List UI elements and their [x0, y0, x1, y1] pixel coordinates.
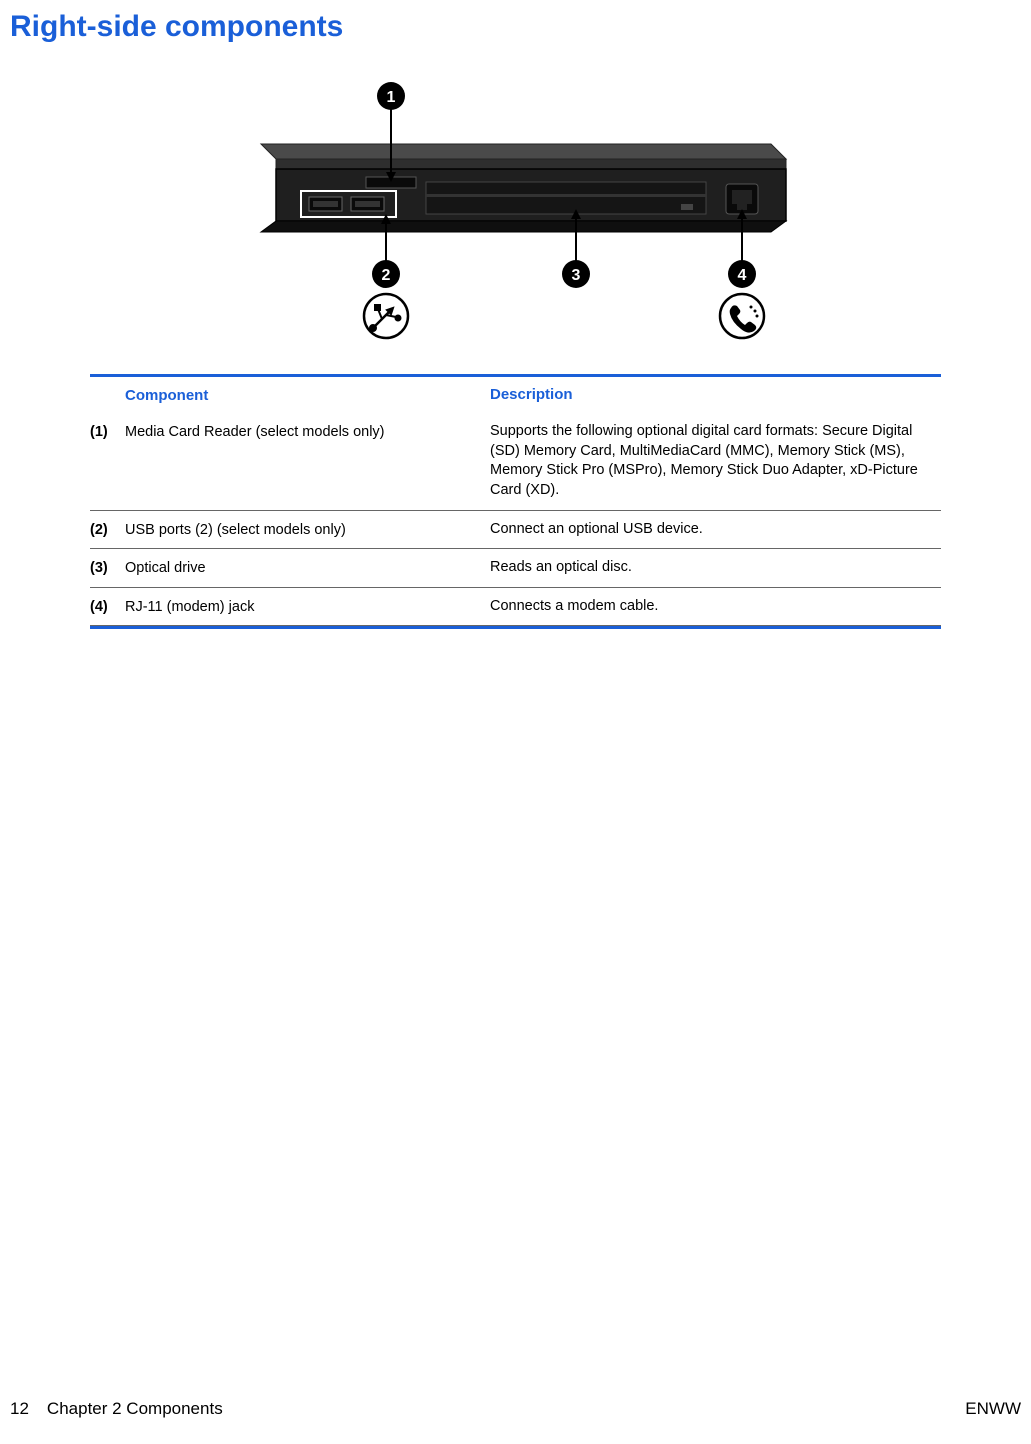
row-description: Reads an optical disc. — [490, 558, 941, 578]
table-row: (4) RJ-11 (modem) jack Connects a modem … — [90, 588, 941, 627]
row-num: (1) — [90, 422, 125, 500]
components-table: Component Description (1) Media Card Rea… — [90, 374, 941, 629]
svg-text:1: 1 — [386, 89, 395, 106]
page-footer: 12 Chapter 2 Components ENWW — [10, 1399, 1021, 1419]
svg-text:3: 3 — [571, 267, 580, 284]
row-component: Optical drive — [125, 558, 490, 578]
row-description: Connect an optional USB device. — [490, 520, 941, 540]
footer-right: ENWW — [965, 1399, 1021, 1419]
section-title: Right-side components — [10, 10, 1021, 44]
header-component: Component — [125, 385, 490, 405]
chapter-label: Chapter 2 Components — [47, 1399, 223, 1419]
row-description: Connects a modem cable. — [490, 597, 941, 617]
row-num: (4) — [90, 597, 125, 617]
table-row: (1) Media Card Reader (select models onl… — [90, 413, 941, 510]
page-number: 12 — [10, 1399, 29, 1419]
table-row: (2) USB ports (2) (select models only) C… — [90, 511, 941, 550]
table-row: (3) Optical drive Reads an optical disc. — [90, 549, 941, 588]
row-component: Media Card Reader (select models only) — [125, 422, 490, 500]
svg-text:4: 4 — [737, 267, 746, 284]
row-num: (3) — [90, 558, 125, 578]
row-component: RJ-11 (modem) jack — [125, 597, 490, 617]
table-header-row: Component Description — [90, 377, 941, 413]
row-component: USB ports (2) (select models only) — [125, 520, 490, 540]
row-num: (2) — [90, 520, 125, 540]
svg-text:2: 2 — [381, 267, 390, 284]
header-description: Description — [490, 385, 941, 405]
table-bottom-border — [90, 626, 941, 629]
component-diagram: 1 2 3 — [10, 64, 1021, 349]
row-description: Supports the following optional digital … — [490, 422, 941, 500]
